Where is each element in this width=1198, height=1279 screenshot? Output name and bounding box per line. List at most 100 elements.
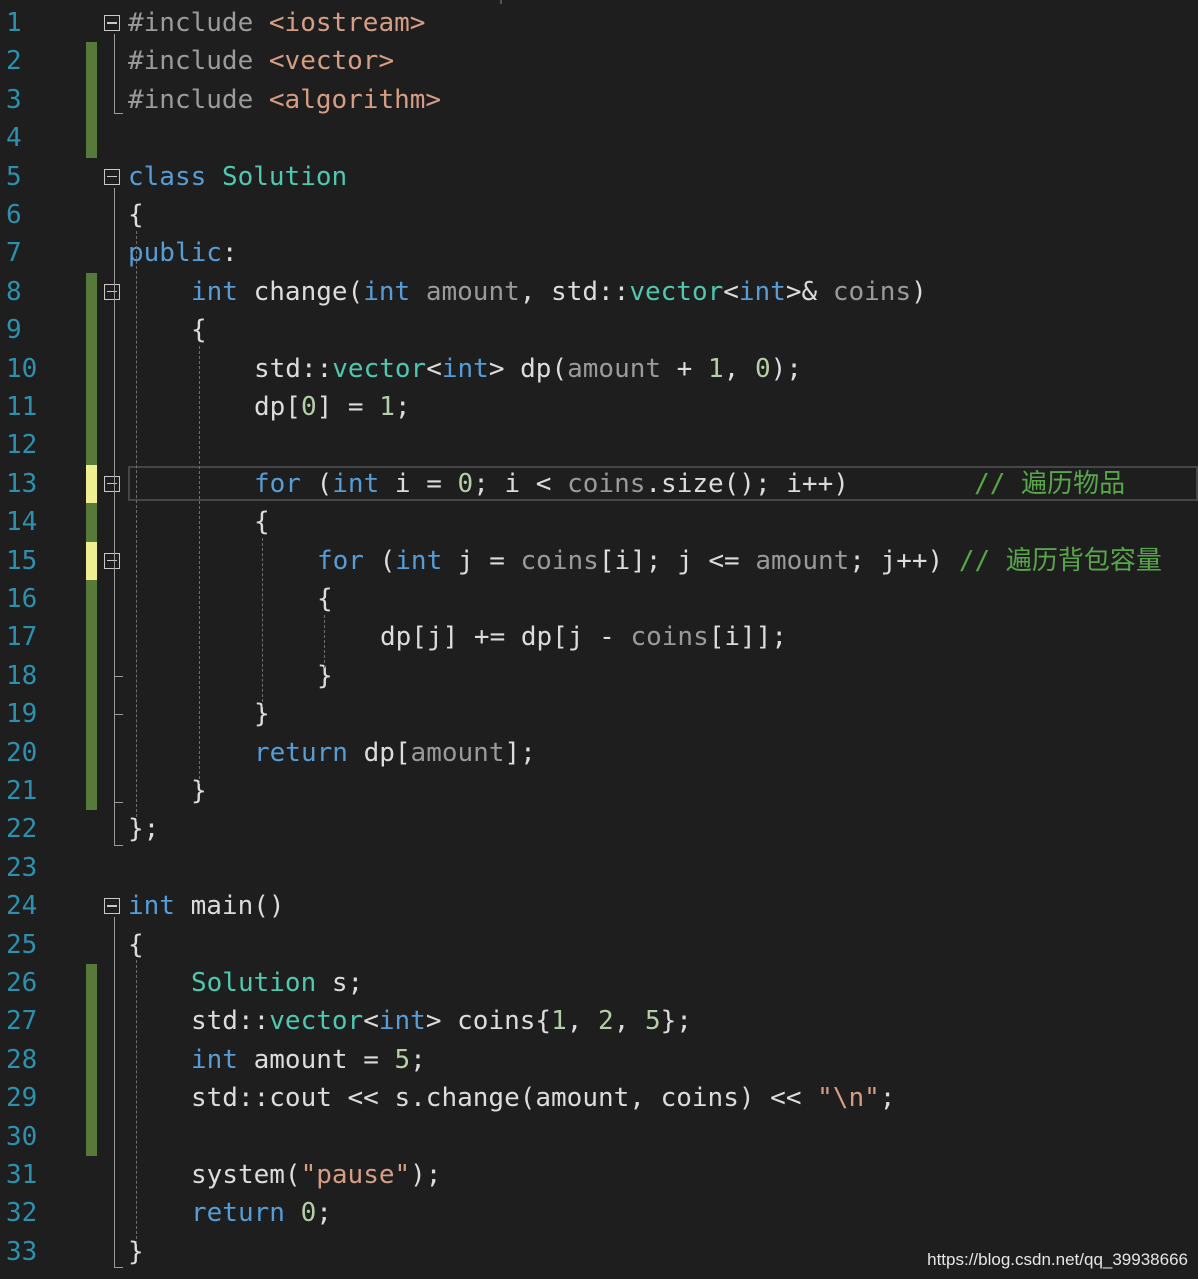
code-line[interactable]: 5 class Solution: [0, 158, 1198, 196]
code-text[interactable]: class Solution: [128, 160, 347, 194]
code-token: for: [254, 468, 301, 499]
saved-change-marker: [86, 119, 97, 158]
code-token: ;: [410, 1044, 426, 1075]
code-line[interactable]: 7 public:: [0, 234, 1198, 272]
collapse-icon[interactable]: [104, 283, 120, 300]
code-text[interactable]: {: [317, 582, 333, 616]
code-line[interactable]: 4: [0, 119, 1198, 158]
code-line[interactable]: 22};: [0, 810, 1198, 848]
code-line[interactable]: 17 dp[j] += dp[j - coins[i]];: [0, 618, 1198, 657]
code-token: main(): [174, 891, 285, 922]
code-line[interactable]: 26 Solution s;: [0, 964, 1198, 1003]
code-line[interactable]: 24 int main(): [0, 887, 1198, 925]
code-token: {: [254, 507, 270, 538]
code-token: ,: [613, 1006, 645, 1037]
code-token: (: [300, 468, 333, 499]
line-number: 20: [6, 737, 38, 768]
code-token: amount: [410, 737, 505, 768]
code-line[interactable]: 31 system("pause");: [0, 1156, 1198, 1194]
collapse-icon[interactable]: [104, 475, 120, 492]
code-line[interactable]: 19}: [0, 695, 1198, 734]
code-line[interactable]: 3 #include <algorithm>: [0, 80, 1198, 120]
collapse-icon[interactable]: [104, 898, 120, 915]
code-token: <: [723, 276, 739, 307]
code-line[interactable]: 12: [0, 426, 1198, 465]
saved-change-marker: [86, 272, 97, 312]
code-text[interactable]: public:: [128, 236, 238, 270]
code-line[interactable]: 2 #include <vector>: [0, 42, 1198, 81]
saved-change-marker: [86, 42, 97, 81]
code-line[interactable]: 16 {: [0, 580, 1198, 619]
code-editor[interactable]: 1 #include <iostream> 2 #include <vector> 3 #…: [0, 0, 1198, 1279]
code-line[interactable]: 13 for (int i = 0; i < coins.size(); i++)…: [0, 464, 1198, 504]
code-token: int: [395, 545, 443, 576]
code-line[interactable]: 8 int change(int amount, std::vector<int>…: [0, 272, 1198, 312]
collapse-icon[interactable]: [104, 168, 120, 185]
code-text[interactable]: std::cout << s.change(amount, coins) << …: [191, 1081, 895, 1115]
code-line[interactable]: 14 {: [0, 503, 1198, 542]
fold-outline: [114, 917, 115, 1268]
code-text[interactable]: int main(): [128, 889, 285, 923]
code-text[interactable]: {: [254, 505, 270, 539]
line-number: 11: [6, 392, 38, 422]
code-token: coins: [567, 468, 646, 499]
line-number: 21: [6, 776, 38, 806]
code-line[interactable]: 28 int amount = 5;: [0, 1040, 1198, 1080]
code-line[interactable]: 15 for (int j = coins[i]; j <= amount; j+…: [0, 541, 1198, 580]
indent-guide: [136, 960, 137, 1245]
code-line[interactable]: 6{: [0, 196, 1198, 234]
code-text[interactable]: };: [128, 812, 159, 846]
code-line[interactable]: 9{: [0, 311, 1198, 350]
code-text[interactable]: #include <iostream>: [128, 6, 425, 40]
line-number: 10: [6, 353, 38, 384]
code-token: vector: [332, 353, 427, 384]
code-token: int: [191, 1044, 238, 1075]
code-line[interactable]: 25 {: [0, 926, 1198, 964]
line-number: 27: [6, 1006, 38, 1037]
code-text[interactable]: {: [191, 313, 207, 347]
code-line[interactable]: 23: [0, 849, 1198, 887]
code-line[interactable]: 20 return dp[amount];: [0, 733, 1198, 772]
line-number: 7: [6, 238, 22, 269]
collapse-icon[interactable]: [104, 552, 120, 569]
code-line[interactable]: 1 #include <iostream>: [0, 4, 1198, 42]
saved-change-marker: [86, 695, 97, 734]
code-text[interactable]: int amount = 5;: [191, 1043, 426, 1077]
code-text[interactable]: dp[0] = 1;: [254, 390, 411, 424]
collapse-icon[interactable]: [104, 15, 120, 31]
code-text[interactable]: std::vector<int> dp(amount + 1, 0);: [254, 352, 802, 386]
code-token: amount: [425, 276, 520, 307]
fold-end: [114, 113, 123, 115]
code-line[interactable]: 11 dp[0] = 1;: [0, 388, 1198, 427]
code-text[interactable]: std::vector<int> coins{1, 2, 5};: [191, 1004, 692, 1038]
code-text[interactable]: for (int j = coins[i]; j <= amount; j++)…: [317, 544, 1162, 578]
code-line[interactable]: 32 return 0;: [0, 1194, 1198, 1232]
code-line[interactable]: 29 std::cout << s.change(amount, coins) <…: [0, 1079, 1198, 1118]
code-token: int: [441, 353, 489, 384]
code-text[interactable]: #include <algorithm>: [128, 83, 441, 117]
code-line[interactable]: 21}: [0, 772, 1198, 811]
code-token: amount: [755, 545, 850, 576]
code-token: dp[j] += dp[j -: [380, 622, 631, 653]
code-text[interactable]: return 0;: [191, 1196, 332, 1230]
code-text[interactable]: Solution s;: [191, 966, 363, 1000]
code-token: ;: [879, 1083, 896, 1114]
code-line[interactable]: 10 std::vector<int> dp(amount + 1, 0);: [0, 349, 1198, 388]
code-text[interactable]: {: [128, 198, 144, 232]
code-token: ;: [394, 392, 411, 422]
line-number: 8: [6, 276, 22, 307]
code-text[interactable]: return dp[amount];: [254, 736, 536, 770]
code-line[interactable]: 18}: [0, 656, 1198, 696]
code-text[interactable]: system("pause");: [191, 1158, 441, 1192]
code-line[interactable]: 27 std::vector<int> coins{1, 2, 5};: [0, 1002, 1198, 1041]
indent-guide: [262, 537, 263, 707]
code-token: {: [191, 315, 207, 346]
code-text[interactable]: int change(int amount, std::vector<int>&…: [191, 275, 927, 309]
code-text[interactable]: for (int i = 0; i < coins.size(); i++) /…: [254, 467, 1125, 501]
code-text[interactable]: #include <vector>: [128, 44, 394, 78]
code-token: [i]; j <=: [598, 545, 756, 576]
code-text[interactable]: {: [128, 928, 144, 962]
code-line[interactable]: 30: [0, 1117, 1198, 1156]
code-text[interactable]: dp[j] += dp[j - coins[i]];: [380, 620, 787, 654]
code-token: 1: [551, 1006, 567, 1037]
